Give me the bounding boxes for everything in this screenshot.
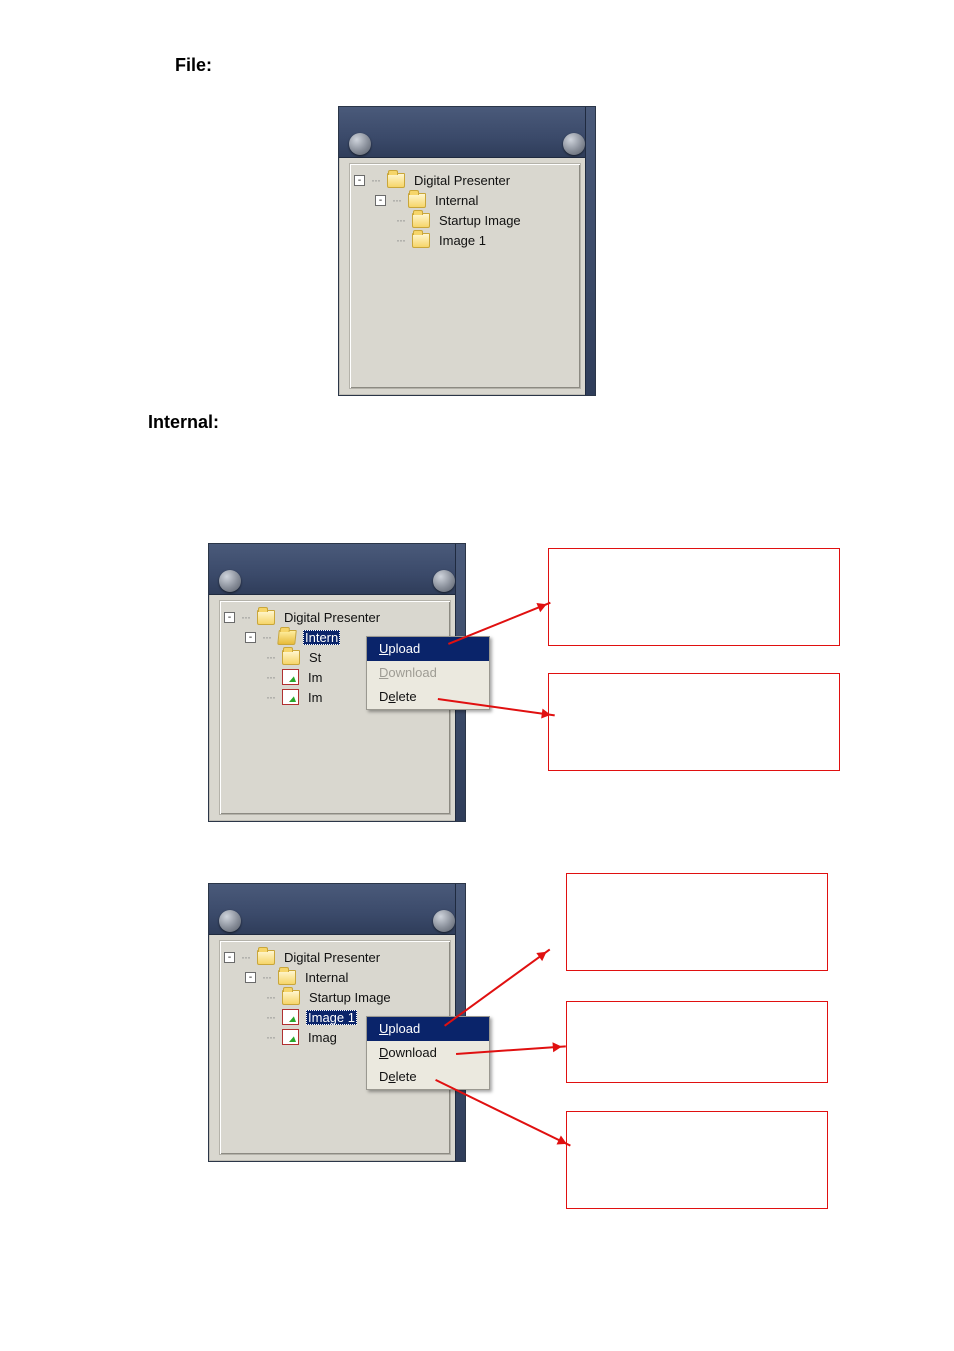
tree-label: Startup Image (437, 213, 523, 228)
collapse-icon[interactable]: - (224, 952, 235, 963)
window-titlebar (209, 544, 465, 595)
tree-image-1[interactable]: ··· Image 1 (354, 230, 576, 250)
orb-icon (433, 570, 455, 592)
tree-internal[interactable]: - ··· Internal (354, 190, 576, 210)
menu-delete[interactable]: Delete (367, 685, 489, 709)
menu-delete[interactable]: Delete (367, 1065, 489, 1089)
menu-upload[interactable]: Upload (367, 637, 489, 661)
tree-label: Internal (433, 193, 480, 208)
collapse-icon[interactable]: - (224, 612, 235, 623)
menu-download-disabled: Download (367, 661, 489, 685)
tree-label: Digital Presenter (282, 610, 382, 625)
image-file-icon (282, 1009, 299, 1025)
callout-box (566, 1111, 828, 1209)
image-file-icon (282, 1029, 299, 1045)
tree-root[interactable]: - ··· Digital Presenter (354, 170, 576, 190)
collapse-icon[interactable]: - (375, 195, 386, 206)
folder-icon (387, 173, 405, 188)
collapse-icon[interactable]: - (245, 632, 256, 643)
folder-tree[interactable]: - ··· Digital Presenter - ··· Internal ·… (349, 163, 581, 389)
callout-box (548, 673, 840, 771)
tree-label: Digital Presenter (282, 950, 382, 965)
image-file-icon (282, 669, 299, 685)
tree-internal[interactable]: - ··· Internal (224, 967, 446, 987)
folder-icon (282, 650, 300, 665)
treeview-window-2: - ··· Digital Presenter - ··· Intern ··· (208, 543, 466, 822)
tree-root[interactable]: - ··· Digital Presenter (224, 607, 446, 627)
folder-icon (282, 990, 300, 1005)
orb-icon (563, 133, 585, 155)
orb-icon (433, 910, 455, 932)
orb-icon (349, 133, 371, 155)
callout-box (548, 548, 840, 646)
heading-file: File: (175, 55, 834, 76)
tree-label: Startup Image (307, 990, 393, 1005)
treeview-window-1: - ··· Digital Presenter - ··· Internal ·… (338, 106, 596, 396)
treeview-window-3: - ··· Digital Presenter - ··· Internal ·… (208, 883, 466, 1162)
folder-icon (257, 610, 275, 625)
window-titlebar (209, 884, 465, 935)
tree-label: Imag (306, 1030, 339, 1045)
folder-icon (257, 950, 275, 965)
tree-label: Image 1 (437, 233, 488, 248)
tree-startup-image[interactable]: ··· Startup Image (354, 210, 576, 230)
tree-label: Intern (303, 630, 340, 645)
tree-label: Digital Presenter (412, 173, 512, 188)
folder-icon (412, 213, 430, 228)
callout-box (566, 873, 828, 971)
tree-label: Im (306, 690, 324, 705)
collapse-icon[interactable]: - (245, 972, 256, 983)
orb-icon (219, 910, 241, 932)
tree-startup-image[interactable]: ··· Startup Image (224, 987, 446, 1007)
folder-icon (412, 233, 430, 248)
window-titlebar (339, 107, 595, 158)
orb-icon (219, 570, 241, 592)
image-file-icon (282, 689, 299, 705)
collapse-icon[interactable]: - (354, 175, 365, 186)
callout-box (566, 1001, 828, 1083)
tree-label: Image 1 (306, 1010, 357, 1025)
folder-icon (408, 193, 426, 208)
tree-root[interactable]: - ··· Digital Presenter (224, 947, 446, 967)
tree-label: St (307, 650, 323, 665)
heading-internal: Internal: (148, 412, 834, 433)
menu-upload[interactable]: Upload (367, 1017, 489, 1041)
tree-label: Im (306, 670, 324, 685)
tree-label: Internal (303, 970, 350, 985)
window-scroll-strip (585, 107, 595, 395)
folder-icon (278, 970, 296, 985)
folder-open-icon (277, 630, 297, 645)
context-menu[interactable]: Upload Download Delete (366, 636, 490, 710)
